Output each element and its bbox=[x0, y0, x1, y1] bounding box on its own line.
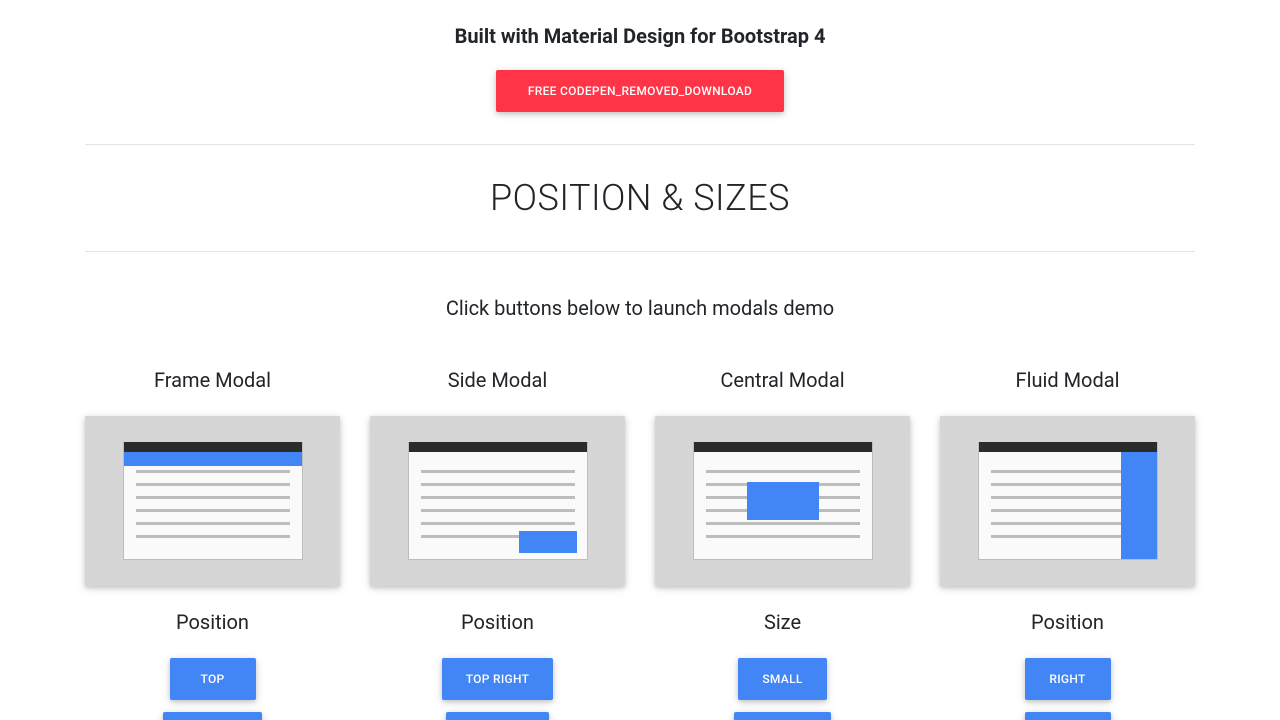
side-top-right-button[interactable]: Top right bbox=[442, 658, 554, 700]
card-central-modal: Central Modal Size Small Medium bbox=[655, 368, 910, 720]
free-download-button[interactable]: FREE CODEPEN_REMOVED_DOWNLOAD bbox=[496, 70, 784, 112]
card-option-title: Position bbox=[940, 610, 1195, 634]
central-small-button[interactable]: Small bbox=[738, 658, 826, 700]
central-medium-button[interactable]: Medium bbox=[734, 712, 831, 720]
card-title: Frame Modal bbox=[85, 368, 340, 392]
thumb-fluid[interactable] bbox=[940, 416, 1195, 586]
hero-title: Built with Material Design for Bootstrap… bbox=[85, 24, 1195, 48]
card-option-title: Size bbox=[655, 610, 910, 634]
thumb-side[interactable] bbox=[370, 416, 625, 586]
thumb-central[interactable] bbox=[655, 416, 910, 586]
thumb-frame[interactable] bbox=[85, 416, 340, 586]
card-title: Central Modal bbox=[655, 368, 910, 392]
fluid-left-button[interactable]: Left bbox=[1025, 712, 1111, 720]
card-title: Side Modal bbox=[370, 368, 625, 392]
frame-top-button[interactable]: Top bbox=[170, 658, 256, 700]
card-side-modal: Side Modal Position Top right Top left bbox=[370, 368, 625, 720]
section-subtitle: Click buttons below to launch modals dem… bbox=[85, 296, 1195, 320]
frame-bottom-button[interactable]: Bottom bbox=[163, 712, 262, 720]
card-frame-modal: Frame Modal Position Top Bottom bbox=[85, 368, 340, 720]
modal-cards-row: Frame Modal Position Top Bottom Side Mod… bbox=[85, 368, 1195, 720]
card-title: Fluid Modal bbox=[940, 368, 1195, 392]
fluid-right-button[interactable]: Right bbox=[1025, 658, 1111, 700]
card-option-title: Position bbox=[370, 610, 625, 634]
section-title: POSITION & SIZES bbox=[85, 177, 1195, 219]
card-fluid-modal: Fluid Modal Position Right Left bbox=[940, 368, 1195, 720]
card-option-title: Position bbox=[85, 610, 340, 634]
side-top-left-button[interactable]: Top left bbox=[446, 712, 550, 720]
divider bbox=[85, 251, 1195, 252]
divider bbox=[85, 144, 1195, 145]
